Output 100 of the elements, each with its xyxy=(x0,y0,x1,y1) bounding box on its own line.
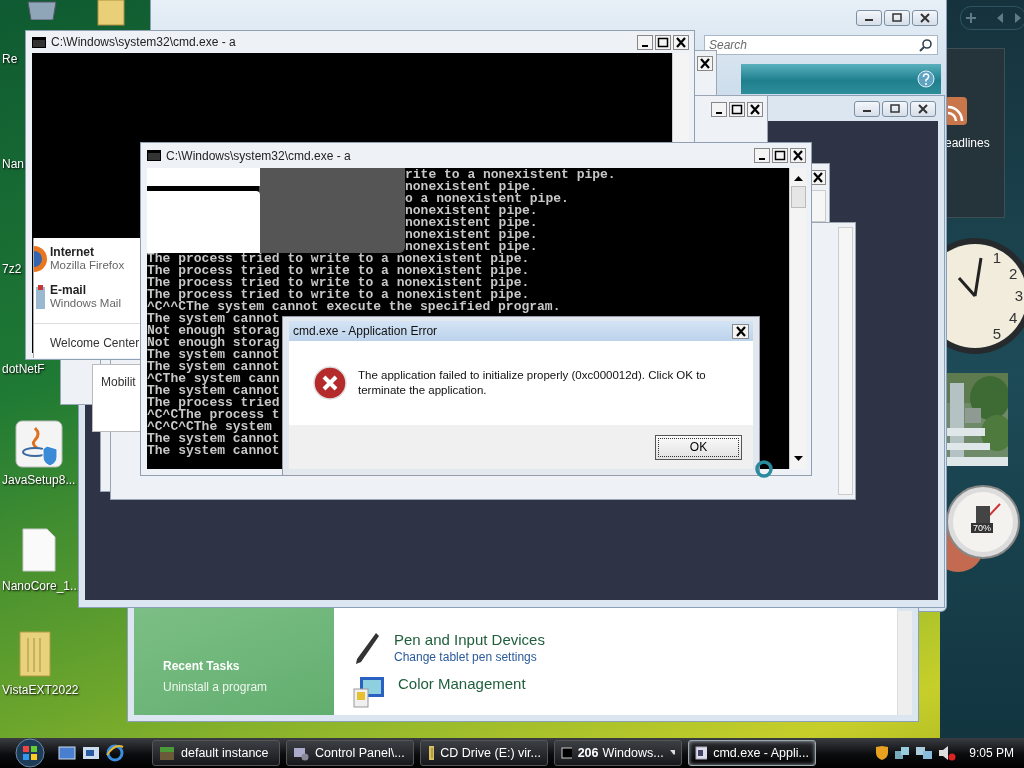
task-link[interactable]: Change tablet pen settings xyxy=(394,650,537,664)
search-field[interactable]: Search xyxy=(704,35,938,55)
scrollbar[interactable] xyxy=(838,227,853,495)
maximize-icon xyxy=(888,104,902,114)
folder-icon xyxy=(427,745,435,761)
computers-icon[interactable] xyxy=(915,745,934,761)
maximize-icon xyxy=(774,150,786,161)
monitor-icon xyxy=(352,675,386,709)
window-title: C:\Windows\system32\cmd.exe - a xyxy=(51,35,237,49)
maximize-button[interactable] xyxy=(655,34,671,50)
console-line: nonexistent pipe. xyxy=(405,229,538,241)
console-line: Not enough storag xyxy=(147,325,280,337)
console-icon xyxy=(561,745,572,761)
mail-icon xyxy=(34,283,48,311)
console-icon xyxy=(147,150,161,161)
document-icon[interactable] xyxy=(22,528,56,572)
menu-item[interactable]: Mobilit xyxy=(101,375,136,389)
clock[interactable]: 9:05 PM xyxy=(969,746,1014,760)
help-icon[interactable] xyxy=(917,70,935,88)
menu-item[interactable]: E-mail xyxy=(50,283,86,297)
scroll-thumb[interactable] xyxy=(790,186,806,208)
desktop-icon-label[interactable]: dotNetF xyxy=(2,362,45,376)
minimize-button[interactable] xyxy=(856,10,882,26)
minimize-button[interactable] xyxy=(854,101,880,117)
add-icon[interactable] xyxy=(965,12,977,24)
minimize-button[interactable] xyxy=(711,102,727,117)
taskbar-button[interactable]: 206 Windows... xyxy=(554,740,682,766)
rss-icon xyxy=(945,97,967,125)
installer-icon[interactable] xyxy=(15,420,63,468)
feed-headlines[interactable]: eadlines xyxy=(945,136,990,150)
maximize-icon xyxy=(657,36,669,48)
console-line: The system cannot xyxy=(147,313,280,325)
console-line: The process tried to write to a nonexistent pipe. xyxy=(147,265,530,277)
scrollbar[interactable] xyxy=(789,168,806,469)
menu-item[interactable]: Internet xyxy=(50,245,94,259)
taskbar-button[interactable]: default instance xyxy=(152,740,280,766)
desktop-icon-label[interactable]: Nan xyxy=(2,157,24,171)
close-button[interactable] xyxy=(912,10,938,26)
console-line: ^CThe system cann xyxy=(147,373,280,385)
muted-volume-icon[interactable] xyxy=(938,745,957,761)
close-button[interactable] xyxy=(910,101,936,117)
caret-icon xyxy=(669,750,675,756)
window-title: C:\Windows\system32\cmd.exe - a xyxy=(166,148,352,163)
minimize-button[interactable] xyxy=(754,148,770,163)
arrows-icon[interactable] xyxy=(997,13,1021,23)
console-line: The process tried to write to a nonexistent pipe. xyxy=(147,289,530,301)
close-button[interactable] xyxy=(697,56,713,71)
cube-icon xyxy=(159,745,175,761)
close-button[interactable] xyxy=(790,148,806,163)
close-icon xyxy=(918,13,932,23)
close-icon xyxy=(734,325,747,337)
console-line: The system cannot xyxy=(147,385,280,397)
recycle-bin-icon[interactable] xyxy=(25,0,59,20)
console-line: ^C^^CThe system cannot execute the specified program. xyxy=(147,301,561,313)
dialog-title: cmd.exe - Application Error xyxy=(293,324,439,338)
close-icon xyxy=(699,58,711,69)
ok-button[interactable]: OK xyxy=(655,434,742,460)
windows-switch-icon[interactable] xyxy=(82,745,100,761)
search-icon[interactable] xyxy=(919,38,933,52)
console-line: rite to a nonexistent pipe. xyxy=(405,169,616,181)
maximize-button[interactable] xyxy=(729,102,745,117)
network-icon[interactable] xyxy=(894,745,911,761)
error-message: The application failed to initialize properly (0xc000012d). Click OK to terminate the application. xyxy=(358,368,707,398)
browser-icon[interactable] xyxy=(106,744,124,762)
maximize-button[interactable] xyxy=(772,148,788,163)
taskbar-button[interactable]: CD Drive (E:) vir... xyxy=(420,740,548,766)
shield-icon[interactable] xyxy=(875,745,890,761)
console-line: nonexistent pipe. xyxy=(405,205,538,217)
clock-numeral: 1 xyxy=(992,248,1002,266)
desktop-icon-label[interactable]: JavaSetup8... xyxy=(2,473,76,487)
minimize-icon xyxy=(642,44,648,47)
console-line: The process tried to write to a nonexistent pipe. xyxy=(147,277,530,289)
desktop-icon-label[interactable]: 7z2 xyxy=(2,262,22,276)
category-link[interactable]: Pen and Input Devices xyxy=(394,631,545,648)
console-line: o a nonexistent pipe. xyxy=(405,193,569,205)
minimize-button[interactable] xyxy=(637,34,653,50)
minimize-icon xyxy=(716,112,722,114)
taskbar-button[interactable]: cmd.exe - Appli... xyxy=(688,740,816,766)
taskbar-button[interactable]: Control Panel\... xyxy=(286,740,414,766)
desktop-icon-label[interactable]: NanoCore_1... xyxy=(2,579,81,593)
clock-numeral: 2 xyxy=(1008,265,1018,282)
error-icon xyxy=(313,366,347,400)
close-button[interactable] xyxy=(732,323,749,339)
console-line: The system cannot xyxy=(147,361,280,373)
console-line: The system cannot xyxy=(147,349,280,361)
desktop-icon[interactable] xyxy=(58,745,76,761)
busy-cursor-icon xyxy=(754,459,774,479)
console-line: The process tried xyxy=(147,397,280,409)
maximize-icon xyxy=(890,13,904,23)
console-line: The system cannot xyxy=(147,433,280,445)
meter-reading: 70% xyxy=(971,523,993,533)
close-button[interactable] xyxy=(747,102,763,117)
desktop-icon-label[interactable]: Re xyxy=(2,52,18,66)
control-panel-icon xyxy=(293,745,309,761)
category-link[interactable]: Color Management xyxy=(398,675,526,692)
folder-icon[interactable] xyxy=(97,0,125,26)
menu-item[interactable]: Welcome Center xyxy=(50,336,140,350)
scrollbar[interactable] xyxy=(897,611,912,715)
close-button[interactable] xyxy=(673,34,689,50)
minimize-icon xyxy=(759,158,765,160)
